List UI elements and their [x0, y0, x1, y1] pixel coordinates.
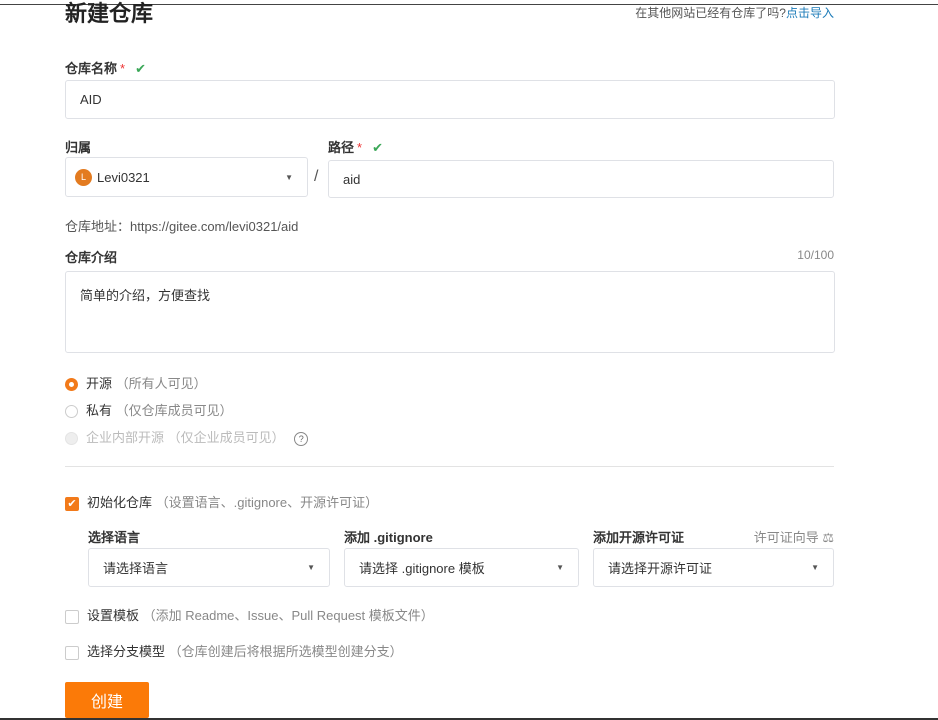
checkbox-icon[interactable]: [65, 609, 79, 624]
required-mark: *: [120, 61, 126, 76]
required-mark: *: [357, 140, 363, 155]
option-label: 私有: [86, 403, 113, 418]
divider: [65, 466, 834, 467]
license-guide-link[interactable]: 许可证向导 ⚖: [754, 527, 834, 546]
intro-label: 仓库介绍: [65, 250, 118, 265]
option-label: 企业内部开源: [86, 430, 165, 445]
visibility-public[interactable]: 开源 （所有人可见）: [65, 373, 207, 392]
repo-name-input[interactable]: AID: [65, 80, 835, 119]
import-prompt: 在其他网站已经有仓库了吗?点击导入: [635, 4, 834, 21]
label-text: 路径: [328, 140, 355, 155]
check-icon: ✔: [135, 61, 146, 76]
option-hint: （仅仓库成员可见）: [115, 403, 233, 418]
option-label: 初始化仓库: [87, 495, 153, 510]
import-prompt-text: 在其他网站已经有仓库了吗?: [635, 6, 786, 20]
language-label: 选择语言: [88, 530, 141, 545]
label-text: 仓库名称: [65, 61, 118, 76]
option-hint: （所有人可见）: [115, 376, 207, 391]
path-input[interactable]: aid: [328, 160, 834, 198]
intro-counter: 10/100: [797, 248, 834, 262]
owner-value: Levi0321: [97, 169, 150, 185]
scale-icon: ⚖: [822, 530, 834, 545]
intro-textarea[interactable]: 简单的介绍，方便查找: [65, 271, 835, 353]
license-label: 添加开源许可证: [593, 530, 685, 545]
repo-name-label: 仓库名称 * ✔: [65, 58, 146, 77]
import-link[interactable]: 点击导入: [786, 6, 834, 20]
checkbox-icon[interactable]: [65, 645, 79, 660]
guide-text: 许可证向导: [753, 530, 819, 545]
radio[interactable]: [65, 405, 78, 419]
option-hint: （仅企业成员可见）: [167, 430, 285, 445]
repo-address: 仓库地址：https://gitee.com/levi0321/aid: [65, 219, 299, 234]
help-icon[interactable]: ?: [294, 432, 309, 446]
create-button[interactable]: 创建: [65, 682, 149, 718]
caret-down-icon: ▼: [811, 563, 819, 572]
option-hint: （添加 Readme、Issue、Pull Request 模板文件）: [142, 608, 434, 623]
option-label: 设置模板: [87, 608, 140, 623]
select-value: 请选择语言: [103, 561, 169, 576]
visibility-enterprise: 企业内部开源 （仅企业成员可见） ?: [65, 427, 309, 446]
option-hint: （设置语言、.gitignore、开源许可证）: [155, 495, 379, 510]
path-separator: /: [314, 168, 319, 185]
gitignore-label: 添加 .gitignore: [344, 530, 433, 545]
option-label: 选择分支模型: [87, 644, 166, 659]
radio-disabled: [65, 432, 78, 446]
caret-down-icon: ▼: [285, 172, 293, 182]
caret-down-icon: ▼: [556, 563, 564, 572]
visibility-private[interactable]: 私有 （仅仓库成员可见）: [65, 400, 233, 419]
language-select[interactable]: 请选择语言 ▼: [88, 548, 330, 587]
license-select[interactable]: 请选择开源许可证 ▼: [593, 548, 834, 587]
checkbox-checked-icon[interactable]: ✔: [65, 496, 79, 511]
owner-select[interactable]: L Levi0321 ▼: [65, 157, 308, 197]
radio-selected[interactable]: [65, 378, 78, 392]
branch-model-checkbox[interactable]: 选择分支模型 （仓库创建后将根据所选模型创建分支）: [65, 641, 403, 660]
option-hint: （仓库创建后将根据所选模型创建分支）: [168, 644, 403, 659]
option-label: 开源: [86, 376, 113, 391]
avatar: L: [75, 168, 92, 186]
owner-label: 归属: [65, 140, 92, 155]
check-icon: ✔: [372, 140, 383, 155]
template-checkbox[interactable]: 设置模板 （添加 Readme、Issue、Pull Request 模板文件）: [65, 605, 434, 624]
init-repo-checkbox[interactable]: ✔ 初始化仓库 （设置语言、.gitignore、开源许可证）: [65, 492, 378, 511]
page-title: 新建仓库: [65, 1, 154, 26]
select-value: 请选择 .gitignore 模板: [359, 561, 485, 576]
select-value: 请选择开源许可证: [608, 561, 713, 576]
gitignore-select[interactable]: 请选择 .gitignore 模板 ▼: [344, 548, 579, 587]
path-label: 路径 * ✔: [328, 137, 383, 156]
caret-down-icon: ▼: [307, 563, 315, 572]
